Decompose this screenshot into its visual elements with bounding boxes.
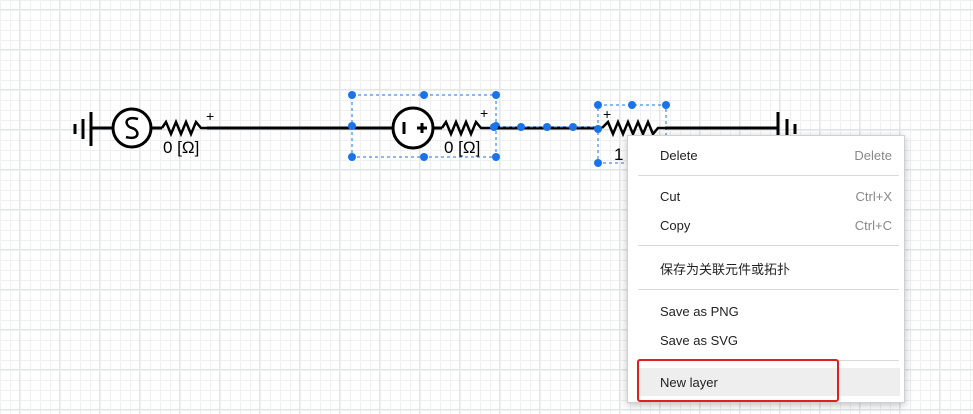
- resistance-label: 0 [Ω]: [444, 138, 480, 157]
- menu-item-shortcut: Ctrl+C: [854, 217, 892, 233]
- menu-item-label: 保存为关联元件或拓扑: [660, 261, 791, 277]
- menu-item-shortcut: Delete: [854, 147, 892, 163]
- menu-item-cut[interactable]: Cut Ctrl+X: [638, 182, 900, 210]
- menu-item-label: Cut: [660, 188, 681, 204]
- menu-divider: [638, 245, 899, 246]
- menu-item-label: New layer: [660, 374, 718, 390]
- resistor-3[interactable]: [601, 118, 665, 138]
- menu-item-label: Copy: [660, 217, 691, 233]
- component-label: 1: [614, 145, 623, 164]
- resistor-2[interactable]: [440, 118, 494, 138]
- menu-item-label: Save as PNG: [660, 303, 739, 319]
- plus-sign: +: [603, 106, 611, 122]
- context-menu: Delete Delete Cut Ctrl+X Copy Ctrl+C 保存为…: [627, 135, 905, 403]
- menu-item-delete[interactable]: Delete Delete: [638, 141, 900, 169]
- menu-item-save-svg[interactable]: Save as SVG: [638, 326, 900, 354]
- menu-item-new-layer[interactable]: New layer: [638, 368, 900, 396]
- menu-item-label: Delete: [660, 147, 698, 163]
- menu-item-copy[interactable]: Copy Ctrl+C: [638, 211, 900, 239]
- menu-divider: [638, 175, 899, 176]
- plus-sign: +: [480, 105, 488, 121]
- menu-item-save-png[interactable]: Save as PNG: [638, 297, 900, 325]
- menu-divider: [638, 360, 899, 361]
- dc-source[interactable]: [391, 106, 442, 150]
- menu-item-save-as-component[interactable]: 保存为关联元件或拓扑: [638, 254, 900, 282]
- resistor-1[interactable]: [160, 118, 207, 138]
- ac-source[interactable]: [111, 107, 162, 149]
- ground-left[interactable]: [73, 112, 112, 146]
- plus-sign: +: [206, 108, 214, 124]
- resistance-label: 0 [Ω]: [163, 138, 199, 157]
- menu-item-shortcut: Ctrl+X: [855, 188, 892, 204]
- menu-divider: [638, 289, 899, 290]
- menu-item-label: Save as SVG: [660, 332, 739, 348]
